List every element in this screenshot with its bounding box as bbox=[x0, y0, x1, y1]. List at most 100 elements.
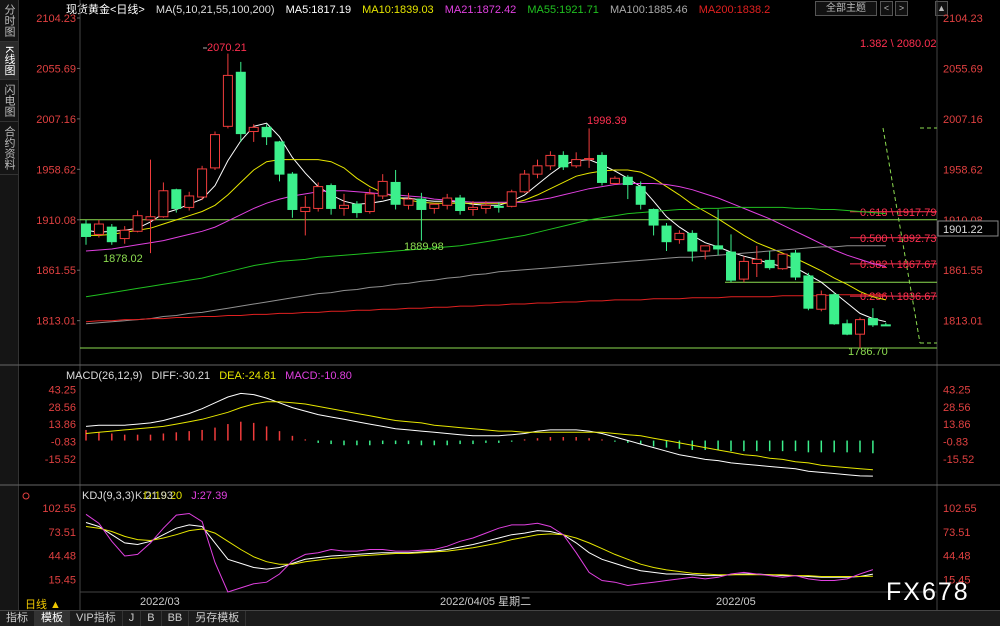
candle-body bbox=[726, 251, 736, 281]
macd-axis-left-label: -0.83 bbox=[51, 437, 76, 449]
candle-body bbox=[738, 260, 749, 280]
price-axis-right-label: 2007.16 bbox=[943, 114, 983, 126]
macd-axis-right-label: 43.25 bbox=[943, 385, 971, 397]
candle-body bbox=[635, 186, 646, 205]
candle-body bbox=[132, 215, 143, 232]
candle-body bbox=[687, 232, 698, 252]
macd-axis-right-label: 28.56 bbox=[943, 402, 971, 414]
candle-body bbox=[867, 318, 878, 326]
last-low-annotation: 1786.70 bbox=[848, 346, 888, 358]
date-label-march: 2022/03 bbox=[140, 596, 180, 608]
candle-body bbox=[609, 177, 620, 184]
candle-body bbox=[571, 159, 582, 167]
macd-header: MACD(26,12,9) DIFF:-30.21 DEA:-24.81 MAC… bbox=[66, 370, 358, 382]
candle-body bbox=[519, 173, 530, 193]
candle-body bbox=[713, 245, 724, 250]
tab-bb[interactable]: BB bbox=[162, 611, 190, 626]
candle-body bbox=[429, 203, 440, 209]
macd-axis-right-label: -15.52 bbox=[943, 454, 974, 466]
candle-body bbox=[93, 223, 104, 235]
current-price-label: 1901.22 bbox=[943, 224, 983, 236]
candle-body bbox=[648, 208, 659, 226]
tab-b[interactable]: B bbox=[141, 611, 162, 626]
candle-body bbox=[700, 245, 711, 252]
candle-body bbox=[274, 141, 285, 175]
high-annotation: 2070.21 bbox=[207, 42, 247, 54]
candle-body bbox=[480, 204, 491, 209]
candle-body bbox=[158, 190, 169, 218]
date-label-may: 2022/05 bbox=[716, 596, 756, 608]
tab-vip-indicators[interactable]: VIP指标 bbox=[70, 611, 123, 626]
kdj-axis-left-label: 102.55 bbox=[42, 503, 76, 515]
candle-body bbox=[351, 203, 362, 214]
low1-annotation: 1878.02 bbox=[103, 253, 143, 265]
candle-body bbox=[287, 173, 298, 210]
tab-indicators[interactable]: 指标 bbox=[0, 611, 35, 626]
kdj-axis-left-label: 15.45 bbox=[48, 574, 76, 586]
macd-diff-line bbox=[85, 392, 873, 477]
candle-body bbox=[326, 185, 337, 209]
candle-body bbox=[442, 197, 453, 206]
candle-body bbox=[661, 225, 672, 243]
candle-body bbox=[506, 191, 517, 207]
candle-body bbox=[803, 275, 814, 309]
tab-save-template[interactable]: 另存模板 bbox=[189, 611, 247, 626]
tab-templates[interactable]: 模板 bbox=[35, 611, 70, 626]
price-axis-left-label: 2104.23 bbox=[36, 13, 76, 25]
candle-body bbox=[880, 324, 891, 327]
price-axis-right-label: 1958.62 bbox=[943, 164, 983, 176]
kdj-settings-icon bbox=[22, 492, 30, 500]
price-axis-left-label: 2007.16 bbox=[36, 114, 76, 126]
price-axis-left-label: 1910.08 bbox=[36, 215, 76, 227]
candle-body bbox=[532, 165, 543, 175]
candle-body bbox=[171, 189, 182, 209]
macd-axis-left-label: 43.25 bbox=[48, 385, 76, 397]
fib-level-label: 0.500 \ 1892.73 bbox=[860, 233, 936, 245]
candle-body bbox=[210, 134, 220, 169]
mid-high-annotation: 1998.39 bbox=[587, 115, 627, 127]
candle-body bbox=[197, 168, 208, 198]
ma-line-ma100 bbox=[85, 245, 886, 325]
ma-line-ma5 bbox=[85, 122, 886, 323]
kdj-k-value: K:21.93 bbox=[135, 490, 173, 502]
candle-body bbox=[777, 253, 788, 270]
macd-axis-right-label: -0.83 bbox=[943, 437, 968, 449]
low2-annotation: 1889.98 bbox=[404, 241, 444, 253]
kdj-j-value: J:27.39 bbox=[191, 490, 228, 502]
candle-body bbox=[829, 294, 840, 325]
candle-body bbox=[816, 294, 827, 310]
candle-body bbox=[403, 198, 414, 206]
candle-body bbox=[790, 252, 801, 278]
ma-line-ma200 bbox=[85, 294, 886, 323]
tab-j[interactable]: J bbox=[123, 611, 142, 626]
fib-level-label: 1.382 \ 2080.02 bbox=[860, 38, 936, 50]
candle-body bbox=[751, 258, 762, 265]
bottom-tab-bar: 指标 模板 VIP指标 J B BB 另存模板 bbox=[0, 610, 1000, 626]
price-axis-left-label: 2055.69 bbox=[36, 63, 76, 75]
kdj-axis-right-label: 44.48 bbox=[943, 551, 971, 563]
candle-body bbox=[545, 154, 556, 167]
candle-body bbox=[764, 259, 775, 269]
price-axis-right-label: 2104.23 bbox=[943, 13, 983, 25]
candle-body bbox=[106, 226, 117, 243]
watermark: FX678 bbox=[886, 578, 970, 606]
candle-body bbox=[261, 126, 272, 138]
fib-level-label: 0.236 \ 1836.67 bbox=[860, 291, 936, 303]
chart-canvas[interactable]: 2104.23 2104.23 2055.69 2055.69 2007.16 2007.… bbox=[0, 0, 1000, 610]
candle-body bbox=[339, 204, 349, 209]
candle-body bbox=[622, 176, 633, 186]
price-axis-right-label: 2055.69 bbox=[943, 63, 983, 75]
macd-axis-left-label: -15.52 bbox=[45, 454, 76, 466]
ma-line-ma55 bbox=[85, 206, 886, 298]
candle-body bbox=[248, 126, 259, 133]
candle-body bbox=[377, 180, 388, 197]
candle-body bbox=[390, 181, 401, 205]
candle-body bbox=[855, 319, 865, 335]
candle-body bbox=[364, 193, 375, 213]
candle-body bbox=[558, 154, 569, 168]
kdj-axis-left-label: 73.51 bbox=[48, 527, 76, 539]
price-axis-right-label: 1861.55 bbox=[943, 265, 983, 277]
candle-body bbox=[313, 186, 324, 209]
candle-body bbox=[81, 223, 91, 237]
candle-body bbox=[597, 154, 607, 183]
